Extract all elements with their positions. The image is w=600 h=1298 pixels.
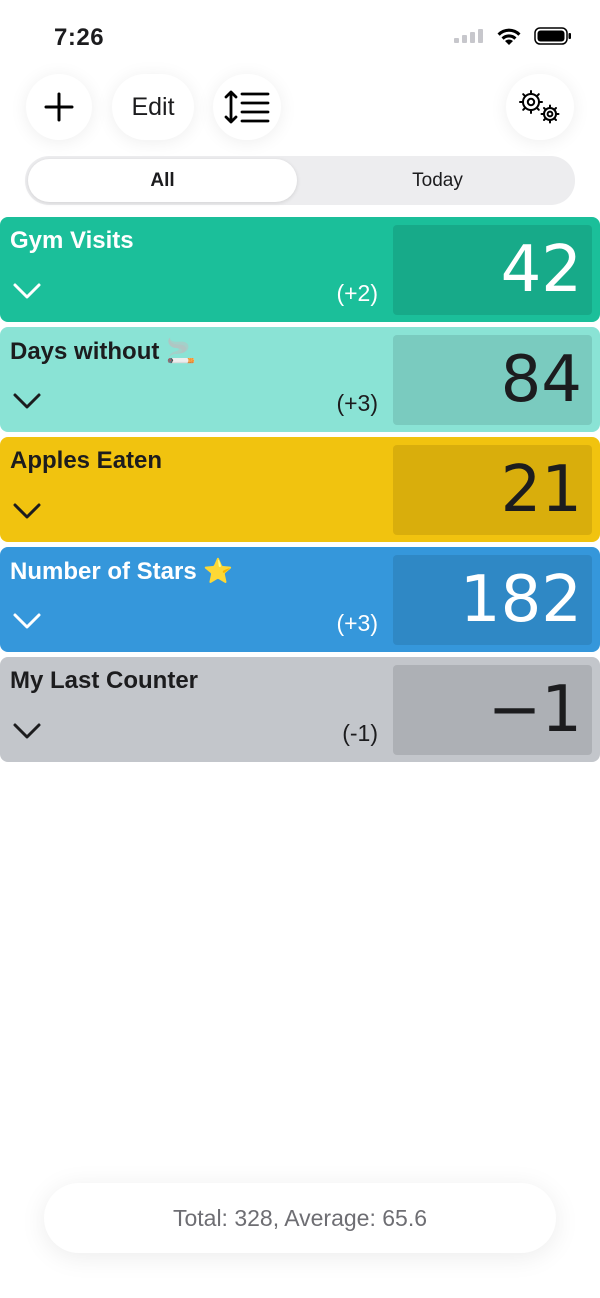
counter-value-box[interactable]: 84 [393, 335, 592, 425]
chevron-down-icon[interactable] [12, 611, 42, 631]
counter-row[interactable]: My Last Counter (-1) −1 [0, 657, 600, 762]
toolbar: Edit [0, 74, 600, 142]
gears-icon [519, 90, 560, 124]
wifi-icon [497, 28, 521, 45]
counter-row[interactable]: Number of Stars ⭐ (+3) 182 [0, 547, 600, 652]
chevron-down-icon[interactable] [12, 391, 42, 411]
add-counter-button[interactable] [26, 74, 92, 140]
counter-value-box[interactable]: 182 [393, 555, 592, 645]
counter-name: Apples Eaten [10, 447, 163, 474]
segment-today[interactable]: Today [303, 159, 572, 202]
counter-delta: (-1) [342, 720, 378, 746]
counter-row[interactable]: Days without 🚬 (+3) 84 [0, 327, 600, 432]
counter-name: Days without 🚬 [10, 338, 196, 365]
settings-button[interactable] [506, 74, 574, 140]
counter-delta: (+3) [336, 390, 378, 416]
counter-value: 21 [500, 453, 582, 527]
counter-value-box[interactable]: 42 [393, 225, 592, 315]
status-bar: 7:26 [0, 0, 600, 74]
counter-value: 42 [500, 233, 582, 307]
counter-value: 182 [459, 563, 582, 637]
signal-icon [454, 29, 483, 43]
battery-icon [534, 27, 571, 45]
summary-footer: Total: 328, Average: 65.6 [44, 1183, 556, 1253]
chevron-down-icon[interactable] [12, 501, 42, 521]
status-time: 7:26 [54, 24, 105, 51]
chevron-down-icon[interactable] [12, 281, 42, 301]
counter-row[interactable]: Gym Visits (+2) 42 [0, 217, 600, 322]
counter-list: Gym Visits (+2) 42 Days without 🚬 (+3) 8… [0, 217, 600, 767]
segment-all[interactable]: All [28, 159, 297, 202]
status-icons [454, 26, 572, 46]
counter-row[interactable]: Apples Eaten 21 [0, 437, 600, 542]
chevron-down-icon[interactable] [12, 721, 42, 741]
edit-button[interactable]: Edit [112, 74, 194, 140]
counter-name: My Last Counter [10, 667, 199, 694]
counter-value: 84 [500, 343, 582, 417]
plus-icon [44, 92, 74, 122]
sort-button[interactable] [213, 74, 281, 140]
counter-name: Gym Visits [10, 227, 134, 254]
counter-value-box[interactable]: 21 [393, 445, 592, 535]
counter-name: Number of Stars ⭐ [10, 558, 234, 585]
filter-segmented-control: All Today [25, 156, 575, 205]
counter-delta: (+3) [336, 610, 378, 636]
counter-value-box[interactable]: −1 [393, 665, 592, 755]
counter-value: −1 [487, 673, 582, 747]
counter-delta: (+2) [336, 280, 378, 306]
sort-list-icon [224, 90, 270, 124]
